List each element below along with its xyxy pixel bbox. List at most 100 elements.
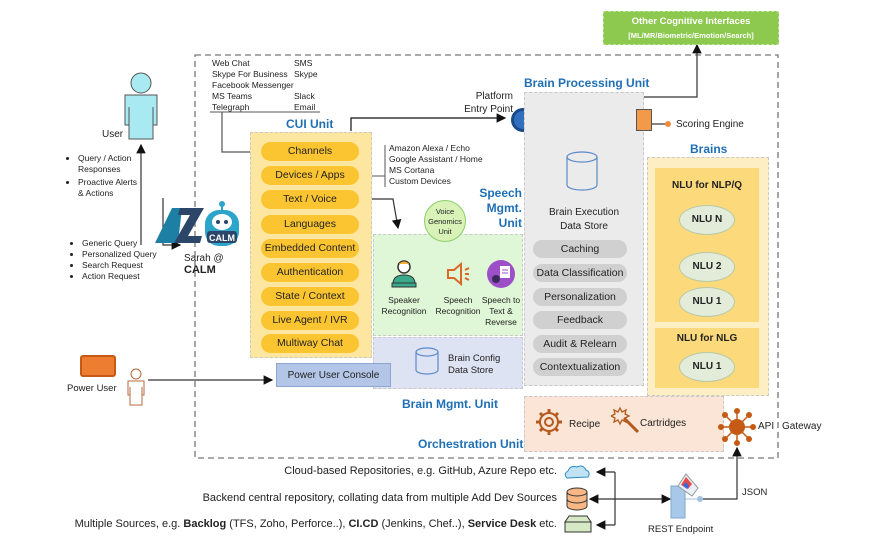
- speaker-recognition-line: Speaker: [388, 295, 420, 305]
- channel-item: SMS: [294, 58, 313, 68]
- speech-title-line: Unit: [498, 216, 522, 230]
- speech-to-text-item: Speech to Text & Reverse: [478, 258, 524, 328]
- bpu-item-contextualization[interactable]: Contextualization: [533, 358, 627, 376]
- backend-repo-text: Backend central repository, collating da…: [202, 492, 557, 504]
- channel-item: Web Chat: [212, 58, 250, 68]
- multiple-sources-text: Multiple Sources, e.g. Backlog (TFS, Zoh…: [75, 518, 557, 530]
- scoring-engine-block: [636, 109, 652, 131]
- speaker-recognition-item: Speaker Recognition: [378, 258, 430, 317]
- speech-to-text-line: Reverse: [485, 317, 517, 327]
- other-cognitive-title: Other Cognitive Interfaces: [631, 16, 751, 27]
- other-cognitive-subtitle: [ML/MR/Biometric/Emotion/Search]: [628, 31, 754, 40]
- multiple-sources-icon: [564, 515, 592, 538]
- calm-logo-text: CALM: [209, 233, 235, 243]
- bpu-item-personalization[interactable]: Personalization: [533, 288, 627, 306]
- speech-unit-title: Speech Mgmt. Unit: [470, 186, 522, 231]
- cui-item-channels[interactable]: Channels: [261, 142, 359, 161]
- rest-endpoint-icon[interactable]: [668, 472, 700, 525]
- response-item: Proactive Alerts & Actions: [78, 177, 142, 199]
- multi-t1: (TFS, Zoho, Perforce..),: [226, 518, 349, 530]
- user-icon: [122, 72, 160, 147]
- cui-item-text-voice[interactable]: Text / Voice: [261, 190, 359, 209]
- cui-item-embedded-content[interactable]: Embedded Content: [261, 239, 359, 258]
- nlu-nlp-title: NLU for NLP/Q: [672, 180, 742, 191]
- scoring-engine-label: Scoring Engine: [676, 119, 744, 130]
- platform-entry-line2: Entry Point: [464, 104, 513, 115]
- bpu-item-feedback[interactable]: Feedback: [533, 311, 627, 329]
- request-item: Search Request: [82, 260, 157, 271]
- nlu-nlg-title: NLU for NLG: [676, 333, 738, 344]
- bpu-panel: Brain Execution Data Store Caching Data …: [524, 92, 644, 386]
- brain-config-line: Brain Config: [448, 353, 501, 364]
- nlu-node-1[interactable]: NLU 1: [679, 287, 735, 317]
- speech-to-text-line: Speech to: [481, 295, 521, 305]
- speech-recognition-line: Recognition: [435, 306, 481, 316]
- cui-item-devices-apps[interactable]: Devices / Apps: [261, 166, 359, 185]
- power-user-label: Power User: [67, 383, 117, 394]
- device-item: Google Assistant / Home: [389, 154, 483, 164]
- request-item: Personalized Query: [82, 249, 157, 260]
- bpu-item-audit-relearn[interactable]: Audit & Relearn: [533, 335, 627, 353]
- api-gateway-icon[interactable]: [718, 408, 756, 451]
- speaker-person-icon: [391, 260, 417, 288]
- brain-config-store-label: Brain Config Data Store: [448, 353, 500, 377]
- speech-to-text-icon: [487, 260, 515, 288]
- brain-execution-store-label: Brain Execution Data Store: [525, 206, 643, 234]
- cui-unit-title: CUI Unit: [286, 117, 334, 131]
- api-label: API: [758, 421, 775, 432]
- bpu-item-data-classification[interactable]: Data Classification: [533, 264, 627, 282]
- calm-bot-logo: CALM: [150, 198, 242, 250]
- bpu-title: Brain Processing Unit: [524, 76, 650, 90]
- cui-item-authentication[interactable]: Authentication: [261, 263, 359, 282]
- nlg-node-1[interactable]: NLU 1: [679, 352, 735, 382]
- channel-item: Skype: [294, 69, 318, 79]
- brain-execution-line: Brain Execution: [548, 207, 620, 218]
- backend-db-icon: [565, 487, 589, 516]
- channel-item: Facebook Messenger: [212, 80, 294, 90]
- multi-backlog: Backlog: [183, 518, 227, 530]
- response-item: Query / Action Responses: [78, 153, 142, 175]
- cui-item-state-context[interactable]: State / Context: [261, 287, 359, 306]
- channel-item-spacer: [294, 80, 318, 91]
- cui-item-live-agent-ivr[interactable]: Live Agent / IVR: [261, 311, 359, 330]
- speech-title-line: Mgmt.: [486, 201, 522, 215]
- power-user-person-icon: [126, 368, 146, 411]
- cui-item-multiway-chat[interactable]: Multiway Chat: [261, 334, 359, 353]
- brain-config-store-icon: [414, 346, 440, 381]
- nlu-node-2[interactable]: NLU 2: [679, 252, 735, 282]
- recipe-label: Recipe: [569, 419, 601, 430]
- brains-panel: NLU for NLP/Q NLU N NLU 2 NLU 1 NLU for …: [647, 157, 769, 396]
- voice-genomics-line: Genomics: [428, 217, 462, 226]
- cartridges-label: Cartridges: [640, 418, 687, 429]
- platform-entry-label: Platform Entry Point: [455, 90, 513, 116]
- laptop-icon: [80, 355, 116, 377]
- user-requests-list: Generic Query Personalized Query Search …: [66, 238, 157, 282]
- cui-item-languages[interactable]: Languages: [261, 215, 359, 234]
- speech-recognition-item: Speech Recognition: [433, 258, 483, 317]
- orchestration-title: Orchestration Unit: [418, 437, 524, 451]
- cloud-repo-icon: [562, 463, 592, 486]
- other-cognitive-interfaces-box: Other Cognitive Interfaces [ML/MR/Biomet…: [603, 11, 779, 45]
- power-user-console-button[interactable]: Power User Console: [276, 363, 391, 387]
- devices-list: Amazon Alexa / Echo Google Assistant / H…: [389, 143, 483, 187]
- multi-cicd: CI.CD: [348, 518, 379, 530]
- multi-t3: etc.: [536, 518, 557, 530]
- speech-to-text-line: Text &: [489, 306, 513, 316]
- brain-mgmt-title: Brain Mgmt. Unit: [402, 397, 498, 411]
- channel-item: Slack: [294, 91, 315, 101]
- nlu-nlg-panel: NLU for NLG NLU 1: [655, 328, 759, 388]
- speech-recognition-line: Speech: [443, 295, 473, 305]
- bot-name-line2: CALM: [184, 264, 216, 276]
- voice-genomics-line: Unit: [438, 227, 452, 236]
- multi-t2: (Jenkins, Chef..),: [378, 518, 468, 530]
- brain-config-line: Data Store: [448, 365, 494, 376]
- user-label: User: [102, 129, 124, 140]
- bpu-item-caching[interactable]: Caching: [533, 240, 627, 258]
- device-item: Custom Devices: [389, 176, 451, 186]
- nlu-node-n[interactable]: NLU N: [679, 205, 735, 235]
- brains-title: Brains: [690, 142, 728, 156]
- multi-service-desk: Service Desk: [467, 518, 537, 530]
- device-item: Amazon Alexa / Echo: [389, 143, 470, 153]
- request-item: Generic Query: [82, 238, 157, 249]
- gear-icon: [534, 407, 564, 442]
